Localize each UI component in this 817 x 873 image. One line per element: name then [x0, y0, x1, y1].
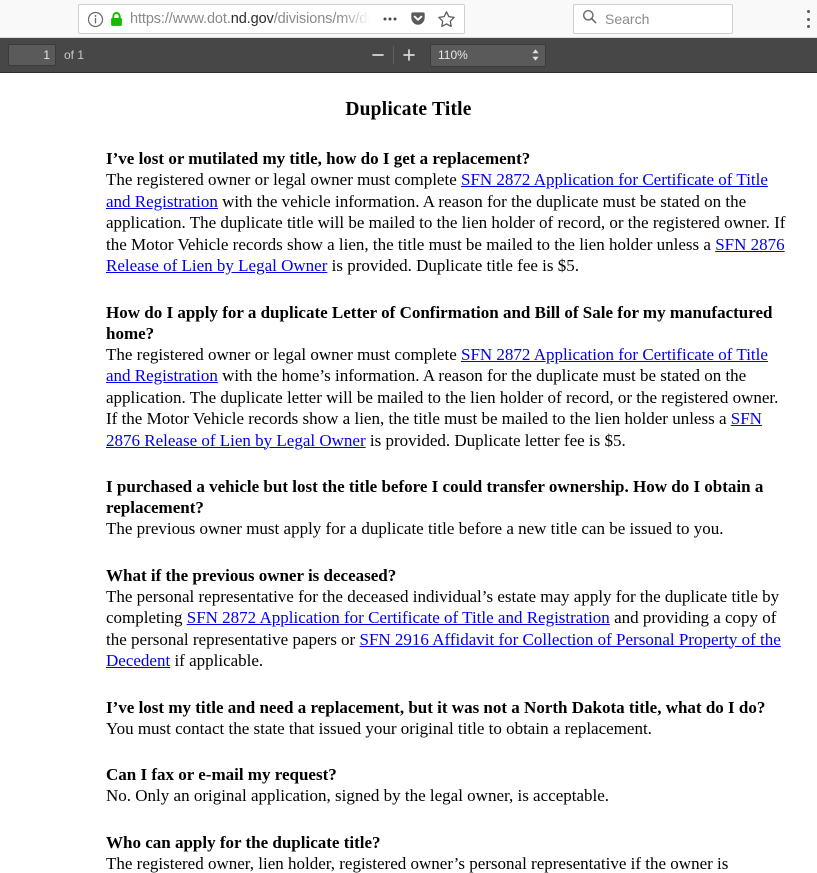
- answer-text: The registered owner or legal owner must…: [106, 170, 461, 189]
- faq-item: Who can apply for the duplicate title? Th…: [106, 832, 791, 873]
- faq-list: I’ve lost or mutilated my title, how do …: [0, 148, 817, 873]
- faq-item: How do I apply for a duplicate Letter of…: [106, 302, 791, 452]
- answer-text: The registered owner or legal owner must…: [106, 344, 461, 364]
- pdf-zoom-controls: 110%: [365, 38, 546, 72]
- pocket-icon[interactable]: [405, 6, 431, 32]
- answer-text: is provided. Duplicate title fee is $5.: [327, 256, 580, 275]
- search-bar[interactable]: Search: [573, 4, 733, 34]
- zoom-out-button[interactable]: [365, 43, 391, 67]
- answer-text: The registered owner, lien holder, regis…: [106, 853, 729, 873]
- minus-icon: [372, 54, 384, 56]
- faq-item: I’ve lost or mutilated my title, how do …: [106, 148, 791, 277]
- faq-answer: No. Only an original application, signed…: [106, 785, 791, 807]
- faq-answer: The previous owner must apply for a dupl…: [106, 518, 791, 540]
- answer-text: if applicable.: [170, 651, 264, 670]
- answer-text: No. Only an original application, signed…: [106, 786, 610, 805]
- url-text-container[interactable]: https://www.dot.nd.gov/divisions/mv/docs…: [130, 5, 375, 33]
- answer-text: You must contact the state that issued y…: [106, 718, 652, 738]
- address-bar[interactable]: https://www.dot.nd.gov/divisions/mv/docs…: [78, 4, 465, 34]
- url-text: https://www.dot.nd.gov/divisions/mv/docs…: [130, 11, 375, 27]
- faq-item: I purchased a vehicle but lost the title…: [106, 476, 791, 540]
- faq-answer: The registered owner or legal owner must…: [106, 169, 791, 277]
- answer-text: The previous owner must apply for a dupl…: [106, 519, 724, 538]
- info-icon[interactable]: [87, 11, 104, 28]
- faq-item: Can I fax or e-mail my request? No. Only …: [106, 764, 791, 807]
- faq-question: Who can apply for the duplicate title?: [106, 832, 381, 852]
- pdf-viewer-toolbar: of 1 110%: [0, 38, 817, 73]
- pdf-page-canvas: Duplicate Title I’ve lost or mutilated m…: [0, 73, 817, 873]
- search-icon: [582, 9, 597, 29]
- browser-chrome: https://www.dot.nd.gov/divisions/mv/docs…: [0, 0, 817, 38]
- zoom-in-button[interactable]: [396, 43, 422, 67]
- vertical-ellipsis-icon[interactable]: [807, 10, 817, 28]
- ellipsis-icon[interactable]: [377, 6, 403, 32]
- plus-icon: [403, 49, 415, 61]
- faq-question: I’ve lost my title and need a replacemen…: [106, 697, 766, 717]
- faq-answer: You must contact the state that issued y…: [106, 718, 791, 740]
- zoom-level-value: 110%: [438, 48, 468, 62]
- faq-question: I purchased a vehicle but lost the title…: [106, 477, 764, 517]
- faq-question: I’ve lost or mutilated my title, how do …: [106, 149, 531, 168]
- faq-answer: The registered owner, lien holder, regis…: [106, 853, 791, 873]
- updown-arrows-icon[interactable]: [531, 48, 540, 62]
- page-number-input[interactable]: [8, 44, 56, 66]
- zoom-level-select[interactable]: 110%: [430, 43, 546, 67]
- faq-question: What if the previous owner is deceased?: [106, 565, 397, 585]
- page-title: Duplicate Title: [345, 99, 472, 120]
- faq-answer: The registered owner or legal owner must…: [106, 344, 791, 452]
- answer-text: is provided. Duplicate letter fee is $5.: [365, 430, 626, 450]
- toolbar-divider: [393, 46, 394, 64]
- star-icon[interactable]: [433, 6, 459, 32]
- page-count-label: of 1: [64, 48, 85, 62]
- faq-question: Can I fax or e-mail my request?: [106, 765, 337, 784]
- search-input-placeholder[interactable]: Search: [605, 11, 649, 27]
- document-link[interactable]: SFN 2872 Application for Certificate of …: [187, 608, 610, 627]
- faq-answer: The personal representative for the dece…: [106, 586, 791, 672]
- faq-item: What if the previous owner is deceased? T…: [106, 565, 791, 672]
- faq-question: How do I apply for a duplicate Letter of…: [106, 302, 773, 343]
- faq-item: I’ve lost my title and need a replacemen…: [106, 697, 791, 740]
- address-bar-actions: [375, 5, 464, 33]
- pdf-page-controls: of 1: [0, 44, 84, 66]
- padlock-icon[interactable]: [109, 11, 124, 28]
